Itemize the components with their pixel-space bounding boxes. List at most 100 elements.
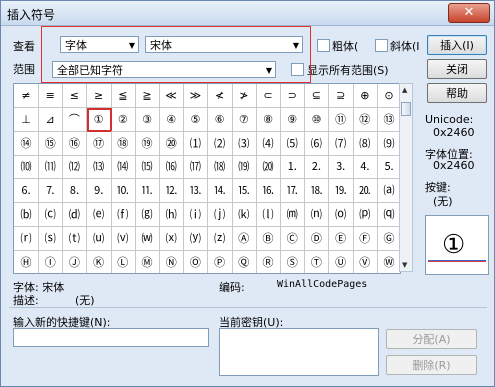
symbol-cell[interactable]: Ⓒ: [280, 226, 306, 251]
help-button[interactable]: 帮助: [427, 83, 487, 103]
symbol-cell[interactable]: Ⓔ: [328, 226, 354, 251]
symbol-cell[interactable]: ⒁: [110, 155, 136, 180]
symbol-cell[interactable]: ⒊: [328, 155, 354, 180]
symbol-cell[interactable]: ⒕: [207, 179, 233, 204]
symbol-cell[interactable]: Ⓛ: [111, 250, 136, 273]
symbol-cell[interactable]: ⑬: [377, 108, 400, 132]
symbol-cell[interactable]: ⑸: [280, 131, 306, 156]
symbol-cell[interactable]: ⑮: [38, 131, 64, 156]
symbol-cell[interactable]: ⒛: [352, 179, 378, 204]
current-key-list[interactable]: [219, 328, 379, 376]
symbol-cell[interactable]: ⒌: [377, 155, 400, 180]
symbol-cell[interactable]: ⊆: [304, 84, 330, 108]
symbol-cell[interactable]: ⑼: [377, 132, 400, 156]
symbol-cell[interactable]: ⒢: [135, 203, 160, 227]
symbol-cell[interactable]: ⒃: [159, 155, 185, 180]
symbol-cell[interactable]: Ⓙ: [62, 250, 88, 273]
symbol-cell[interactable]: ≠: [14, 84, 39, 108]
symbol-cell[interactable]: ⑫: [352, 107, 378, 132]
symbol-cell[interactable]: ⑷: [256, 131, 281, 156]
symbol-cell[interactable]: Ⓝ: [159, 250, 185, 273]
symbol-cell[interactable]: Ⓜ: [135, 250, 160, 273]
symbol-cell[interactable]: Ⓡ: [256, 250, 281, 273]
symbol-cell[interactable]: ≡: [38, 84, 64, 108]
close-window-button[interactable]: ✕: [448, 3, 490, 23]
symbol-cell[interactable]: Ⓞ: [183, 250, 209, 273]
symbol-cell[interactable]: ⒎: [38, 179, 64, 204]
symbol-cell[interactable]: ⒀: [86, 155, 112, 180]
symbol-cell[interactable]: ①: [86, 107, 112, 132]
symbol-cell[interactable]: ⒍: [14, 179, 39, 204]
symbol-cell[interactable]: ⑧: [256, 107, 281, 132]
scrollbar-thumb[interactable]: [401, 102, 411, 116]
symbol-cell[interactable]: Ⓥ: [353, 250, 378, 273]
symbol-cell[interactable]: ⒇: [256, 155, 281, 180]
symbol-cell[interactable]: ⑻: [352, 131, 378, 156]
symbol-cell[interactable]: ⒴: [183, 226, 209, 251]
symbol-cell[interactable]: ⑳: [159, 131, 185, 156]
symbol-cell[interactable]: ⒵: [207, 226, 233, 251]
symbol-cell[interactable]: Ⓤ: [329, 250, 354, 273]
symbol-cell[interactable]: ⑥: [207, 107, 233, 132]
symbol-cell[interactable]: ⑲: [135, 131, 160, 156]
symbol-cell[interactable]: ⒘: [280, 179, 306, 204]
symbol-cell[interactable]: ⒗: [256, 179, 281, 204]
symbol-cell[interactable]: ⒲: [135, 226, 160, 251]
symbol-cell[interactable]: ≦: [110, 84, 136, 108]
symbol-cell[interactable]: ②: [110, 107, 136, 132]
symbol-cell[interactable]: ③: [135, 107, 160, 132]
symbol-cell[interactable]: ⒯: [62, 226, 88, 251]
new-shortcut-input[interactable]: [13, 328, 209, 347]
symbol-cell[interactable]: ≯: [231, 84, 257, 108]
delete-button[interactable]: 删除(R): [386, 355, 477, 375]
symbol-cell[interactable]: Ⓓ: [304, 226, 330, 251]
symbol-cell[interactable]: ⒱: [110, 226, 136, 251]
symbol-cell[interactable]: ≤: [62, 84, 88, 108]
symbol-cell[interactable]: ⒰: [86, 226, 112, 251]
symbol-cell[interactable]: Ⓕ: [352, 226, 378, 251]
symbol-cell[interactable]: ⒥: [207, 203, 233, 227]
symbol-cell[interactable]: ⊇: [328, 84, 354, 108]
insert-button[interactable]: 插入(I): [427, 35, 487, 55]
symbol-cell[interactable]: ⒒: [135, 179, 160, 204]
symbol-cell[interactable]: ⑯: [62, 131, 88, 156]
symbol-cell[interactable]: ⒏: [62, 179, 88, 204]
symbol-cell[interactable]: ⒉: [304, 155, 330, 180]
symbol-cell[interactable]: ⒡: [110, 203, 136, 227]
scroll-down-icon[interactable]: ▼: [402, 261, 407, 269]
symbol-cell[interactable]: Ⓟ: [208, 250, 233, 273]
symbol-cell[interactable]: ⑿: [62, 155, 88, 180]
symbol-cell[interactable]: ④: [159, 107, 185, 132]
symbol-cell[interactable]: ⊕: [352, 84, 378, 108]
symbol-cell[interactable]: ⒧: [256, 203, 281, 227]
symbol-cell[interactable]: ⊥: [14, 107, 39, 132]
symbol-cell[interactable]: ⒚: [328, 179, 354, 204]
symbol-cell[interactable]: ⑺: [328, 131, 354, 156]
symbol-cell[interactable]: ⒣: [159, 203, 185, 227]
symbol-cell[interactable]: Ⓦ: [377, 251, 400, 273]
symbol-cell[interactable]: ⑴: [183, 131, 209, 156]
symbol-cell[interactable]: ⒅: [207, 155, 233, 180]
symbol-cell[interactable]: Ⓢ: [280, 250, 306, 273]
symbol-cell[interactable]: ⑶: [231, 131, 257, 156]
symbol-cell[interactable]: ⒐: [86, 179, 112, 204]
symbol-cell[interactable]: ⒫: [352, 203, 378, 227]
bold-checkbox[interactable]: [317, 39, 330, 52]
assign-button[interactable]: 分配(A): [386, 329, 477, 349]
symbol-cell[interactable]: Ⓚ: [87, 250, 112, 273]
symbol-cell[interactable]: ⑦: [231, 107, 257, 132]
symbol-cell[interactable]: ⑵: [207, 131, 233, 156]
symbol-cell[interactable]: ⒮: [38, 226, 64, 251]
symbol-cell[interactable]: ≫: [183, 84, 209, 108]
symbol-cell[interactable]: ⒙: [304, 179, 330, 204]
symbol-cell[interactable]: ⒬: [377, 203, 400, 227]
symbol-cell[interactable]: Ⓑ: [256, 226, 281, 251]
symbol-cell[interactable]: ⒩: [304, 203, 330, 227]
symbol-cell[interactable]: ⒤: [183, 203, 209, 227]
symbol-cell[interactable]: ⊃: [280, 84, 306, 108]
symbol-cell[interactable]: ⒆: [231, 155, 257, 180]
symbol-cell[interactable]: ⒓: [159, 179, 185, 204]
symbol-cell[interactable]: ⑹: [304, 131, 330, 156]
symbol-cell[interactable]: ⑱: [110, 131, 136, 156]
symbol-cell[interactable]: Ⓣ: [304, 250, 330, 273]
